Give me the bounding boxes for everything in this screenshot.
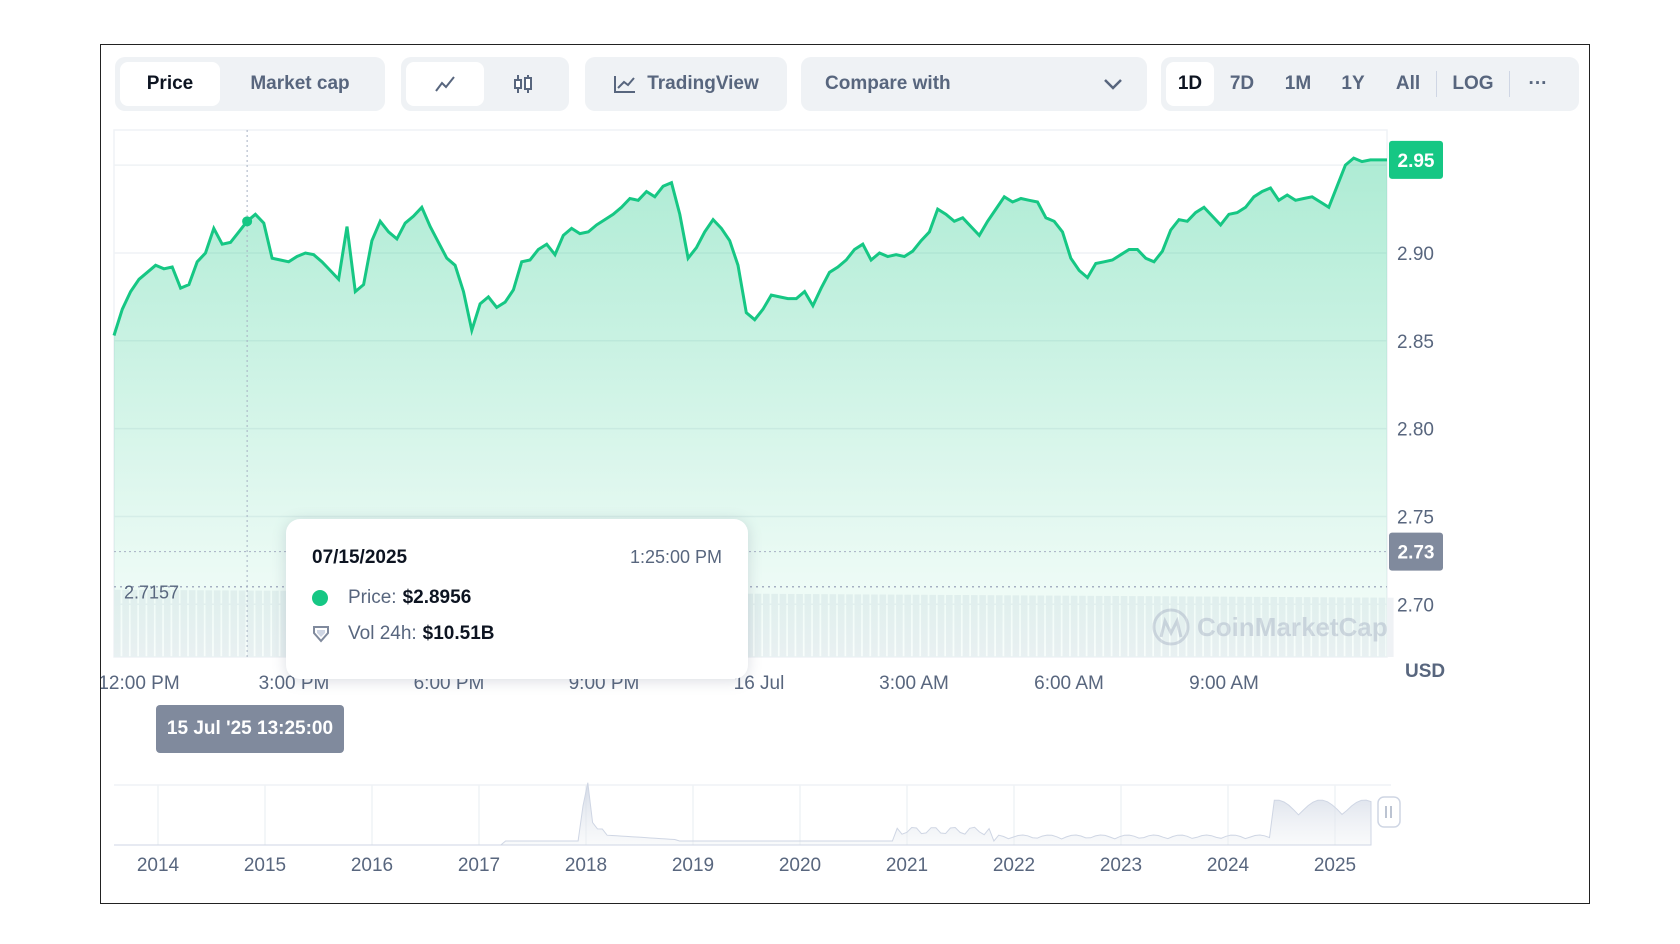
overview-year-label: 2016 xyxy=(351,855,393,876)
y-tick-label: 2.90 xyxy=(1397,244,1434,265)
hover-price-text: 2.73 xyxy=(1398,543,1435,564)
y-tick-label: 2.80 xyxy=(1397,420,1434,441)
hover-point xyxy=(242,216,253,227)
price-chart[interactable]: 2.70 2.75 2.80 2.85 2.90 2.95 USD 12:00 PM 3:00… xyxy=(101,45,1589,903)
price-tooltip: 07/15/2025 1:25:00 PM Price: $2.8956 Vol… xyxy=(286,519,748,679)
overview-year-label: 2020 xyxy=(779,855,821,876)
overview-year-label: 2018 xyxy=(565,855,607,876)
overview-year-label: 2017 xyxy=(458,855,500,876)
tooltip-price-value: $2.8956 xyxy=(402,587,472,608)
chart-frame: Price Market cap TradingView Compare wit… xyxy=(100,44,1590,904)
currency-label: USD xyxy=(1405,661,1445,682)
x-tick-label: 3:00 AM xyxy=(879,673,949,694)
current-price-text: 2.95 xyxy=(1398,151,1435,172)
overview-year-label: 2022 xyxy=(993,855,1035,876)
overview-year-label: 2021 xyxy=(886,855,928,876)
price-dot-icon xyxy=(312,590,328,606)
y-axis: 2.702.752.802.852.902.95USD xyxy=(1397,156,1445,682)
y-tick-label: 2.85 xyxy=(1397,332,1434,353)
x-tick-label: 6:00 AM xyxy=(1034,673,1104,694)
watermark-text: CoinMarketCap xyxy=(1197,612,1388,642)
overview-area xyxy=(114,782,1372,846)
open-price-label: 2.7157 xyxy=(124,583,179,603)
overview-year-label: 2023 xyxy=(1100,855,1142,876)
crosshair-time-tag: 15 Jul '25 13:25:00 xyxy=(156,705,344,753)
y-tick-label: 2.70 xyxy=(1397,595,1434,616)
overview-year-label: 2015 xyxy=(244,855,286,876)
overview-year-label: 2025 xyxy=(1314,855,1356,876)
overview-year-label: 2014 xyxy=(137,855,180,876)
volume-bar xyxy=(1387,597,1394,657)
tooltip-vol-value: $10.51B xyxy=(422,623,495,644)
overview-year-label: 2024 xyxy=(1207,855,1250,876)
tooltip-price-label: Price: xyxy=(348,587,397,608)
y-tick-label: 2.75 xyxy=(1397,507,1434,528)
x-tick-label: 9:00 AM xyxy=(1189,673,1259,694)
overview-navigator[interactable]: 2014 2015 2016 2017 2018 2019 2020 2021 2022 2023… xyxy=(114,782,1401,876)
tooltip-vol-label: Vol 24h: xyxy=(348,623,417,644)
overview-handle[interactable] xyxy=(1377,796,1401,828)
tooltip-date: 07/15/2025 xyxy=(312,547,408,568)
x-tick-label: 12:00 PM xyxy=(101,673,180,694)
volume-shield-icon xyxy=(313,626,329,643)
tooltip-time: 1:25:00 PM xyxy=(629,547,722,567)
overview-year-label: 2019 xyxy=(672,855,714,876)
